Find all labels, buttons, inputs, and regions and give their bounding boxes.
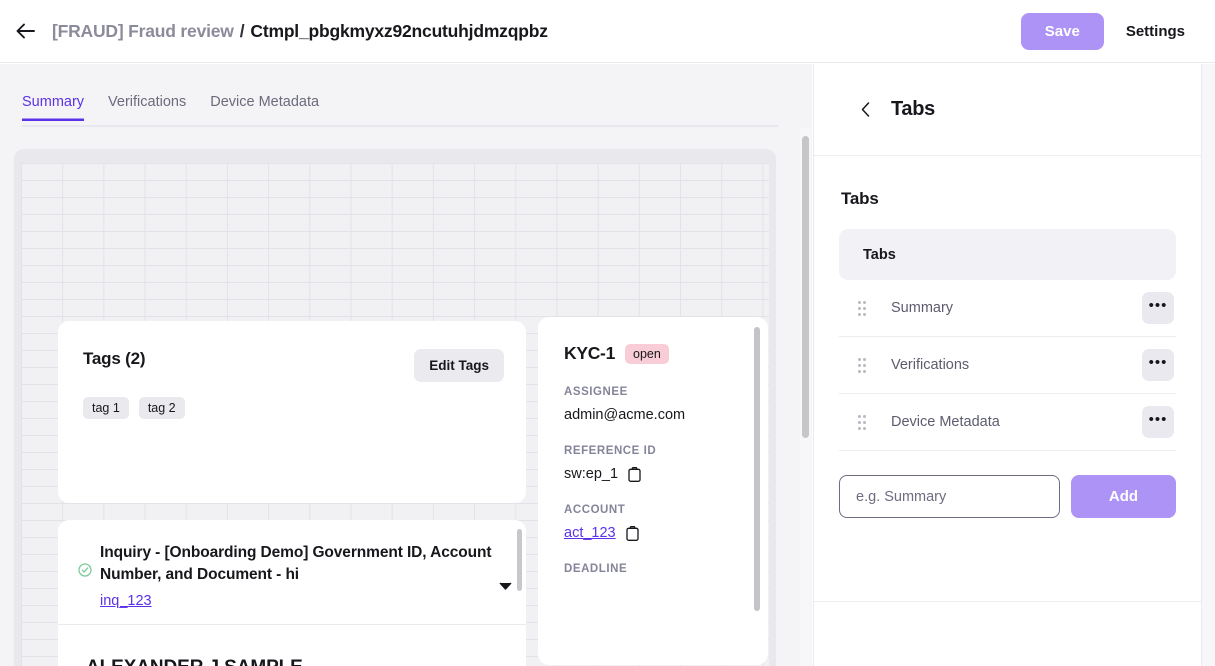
inquiry-title: Inquiry - [Onboarding Demo] Government I… xyxy=(100,544,492,583)
drag-handle-icon[interactable] xyxy=(858,414,866,430)
kyc-title-row: KYC-1 open xyxy=(564,343,748,364)
kyc-field-label: ASSIGNEE xyxy=(564,386,628,398)
settings-button[interactable]: Settings xyxy=(1104,13,1207,50)
tags-card-header: Tags (2) Edit Tags xyxy=(58,321,526,382)
new-tab-name-input[interactable] xyxy=(839,475,1060,518)
kyc-field-label: REFERENCE ID xyxy=(564,445,657,457)
main-scrollbar-thumb[interactable] xyxy=(802,136,809,438)
inquiry-title-wrap: Inquiry - [Onboarding Demo] Government I… xyxy=(100,542,493,610)
kyc-card-body: KYC-1 open ASSIGNEE admin@acme.com REFER… xyxy=(538,317,768,575)
kyc-card-scrollbar[interactable] xyxy=(754,327,760,611)
kyc-field-label: DEADLINE xyxy=(564,563,628,575)
reference-id-value: sw:ep_1 xyxy=(564,466,619,482)
tags-title: Tags (2) xyxy=(83,349,146,368)
tab-list-item-label: Verifications xyxy=(891,357,970,373)
add-tab-row: Add xyxy=(839,475,1176,518)
tags-card: Tags (2) Edit Tags tag 1 tag 2 xyxy=(58,321,526,503)
tab-verifications[interactable]: Verifications xyxy=(108,94,186,121)
tag-pill[interactable]: tag 1 xyxy=(83,397,129,419)
tab-list-item-device-metadata[interactable]: Device Metadata ••• xyxy=(839,394,1176,451)
top-bar-actions: Save Settings xyxy=(1020,12,1215,50)
kyc-field-value: act_123 xyxy=(564,525,748,541)
chevron-down-icon[interactable] xyxy=(499,578,512,593)
tab-list-item-label: Device Metadata xyxy=(891,414,1000,430)
content-tabs: Summary Verifications Device Metadata xyxy=(22,94,778,127)
clipboard-icon[interactable] xyxy=(625,525,639,541)
ellipsis-icon[interactable]: ••• xyxy=(1142,406,1174,438)
tag-pill[interactable]: tag 2 xyxy=(138,397,185,419)
tab-list-item-label: Summary xyxy=(891,300,954,316)
assignee-value: admin@acme.com xyxy=(564,407,686,423)
back-arrow-icon[interactable] xyxy=(14,20,36,42)
breadcrumb: [FRAUD] Fraud review / Ctmpl_pbgkmyxz92n… xyxy=(52,21,548,42)
save-button[interactable]: Save xyxy=(1020,12,1104,50)
tags-pill-list: tag 1 tag 2 xyxy=(58,382,526,419)
top-bar: [FRAUD] Fraud review / Ctmpl_pbgkmyxz92n… xyxy=(0,0,1215,63)
breadcrumb-separator: / xyxy=(239,20,245,41)
tab-device-metadata[interactable]: Device Metadata xyxy=(210,94,319,121)
right-panel-header: Tabs xyxy=(814,64,1201,156)
ellipsis-icon[interactable]: ••• xyxy=(1142,292,1174,324)
layout-canvas: Tags (2) Edit Tags tag 1 tag 2 Inquiry -… xyxy=(14,149,776,666)
tab-list-item-verifications[interactable]: Verifications ••• xyxy=(839,337,1176,394)
inquiry-card-scrollbar[interactable] xyxy=(517,529,522,591)
right-panel-section-title: Tabs xyxy=(841,189,879,208)
drag-handle-icon[interactable] xyxy=(858,300,866,316)
clipboard-icon[interactable] xyxy=(628,466,641,482)
breadcrumb-current: Ctmpl_pbgkmyxz92ncutuhjdmzqpbz xyxy=(250,20,548,41)
right-panel-title: Tabs xyxy=(891,98,935,120)
inquiry-card-header: Inquiry - [Onboarding Demo] Government I… xyxy=(58,520,526,610)
edit-tags-button[interactable]: Edit Tags xyxy=(414,349,504,382)
kyc-field-value: admin@acme.com xyxy=(564,407,748,423)
tab-summary[interactable]: Summary xyxy=(22,94,84,121)
tab-list-item-summary[interactable]: Summary ••• xyxy=(839,280,1176,337)
right-panel-body: Tabs Tabs Summary ••• Verifications ••• … xyxy=(814,156,1201,518)
check-circle-icon xyxy=(78,563,92,577)
account-link[interactable]: act_123 xyxy=(564,525,616,541)
status-badge: open xyxy=(625,343,669,364)
kyc-field-value: sw:ep_1 xyxy=(564,466,748,482)
drag-handle-icon[interactable] xyxy=(858,357,866,373)
right-panel-footer-divider xyxy=(814,601,1202,602)
chevron-left-icon[interactable] xyxy=(856,101,874,119)
kyc-field-label: ACCOUNT xyxy=(564,504,626,516)
kyc-card: KYC-1 open ASSIGNEE admin@acme.com REFER… xyxy=(538,317,768,665)
inquiry-person-name: ALEXANDER J SAMPLE xyxy=(58,625,526,666)
inquiry-card: Inquiry - [Onboarding Demo] Government I… xyxy=(58,520,526,666)
add-tab-button[interactable]: Add xyxy=(1071,475,1176,518)
ellipsis-icon[interactable]: ••• xyxy=(1142,349,1174,381)
right-panel: Tabs Tabs Tabs Summary ••• Verifications… xyxy=(813,64,1202,666)
right-edge-strip xyxy=(1201,64,1215,666)
main-content: Summary Verifications Device Metadata Ta… xyxy=(0,64,812,666)
tabs-group-header: Tabs xyxy=(839,229,1176,280)
kyc-title: KYC-1 xyxy=(564,343,616,363)
breadcrumb-parent[interactable]: [FRAUD] Fraud review xyxy=(52,21,234,42)
inquiry-id-link[interactable]: inq_123 xyxy=(100,593,152,609)
